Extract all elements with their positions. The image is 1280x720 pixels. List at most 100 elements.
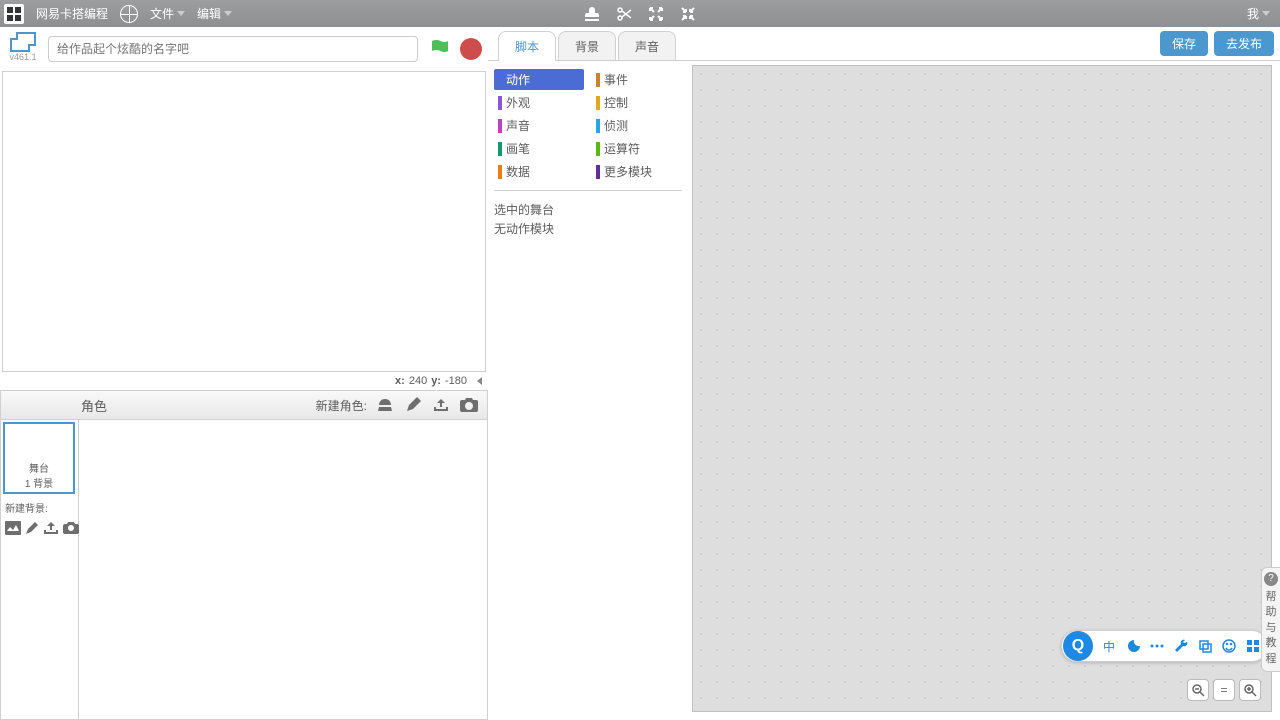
menu-file-label: 文件 xyxy=(150,5,174,22)
category-9[interactable]: 更多模块 xyxy=(592,161,682,182)
menu-edit[interactable]: 编辑 xyxy=(197,5,232,22)
x-value: 240 xyxy=(409,375,427,387)
new-backdrop-label: 新建背景: xyxy=(5,500,76,515)
tab-sounds[interactable]: 声音 xyxy=(618,31,676,61)
top-menu-bar: 网易卡搭编程 文件 编辑 我 xyxy=(0,0,1280,27)
palette-msg-line1: 选中的舞台 xyxy=(494,201,682,220)
category-color-swatch xyxy=(596,119,600,133)
bg-library-icon[interactable] xyxy=(5,519,21,537)
grow-icon[interactable] xyxy=(647,5,665,23)
tabs-row: 脚本 背景 声音 保存 去发布 xyxy=(488,27,1280,61)
tab-scripts[interactable]: 脚本 xyxy=(498,31,556,61)
category-label: 画笔 xyxy=(506,140,530,157)
menu-file[interactable]: 文件 xyxy=(150,5,185,22)
category-2[interactable]: 外观 xyxy=(494,92,584,113)
chevron-down-icon xyxy=(177,11,185,16)
float-moon-icon[interactable] xyxy=(1125,638,1141,654)
category-label: 数据 xyxy=(506,163,530,180)
category-1[interactable]: 事件 xyxy=(592,69,682,90)
help-tab-text: 帮助与教程 xyxy=(1264,590,1278,667)
category-color-swatch xyxy=(596,142,600,156)
upload-icon[interactable] xyxy=(431,396,451,414)
float-copy-icon[interactable] xyxy=(1197,638,1213,654)
project-name-input[interactable] xyxy=(48,36,418,62)
publish-button[interactable]: 去发布 xyxy=(1214,31,1274,56)
chevron-down-icon xyxy=(224,11,232,16)
category-color-swatch xyxy=(498,119,502,133)
sprites-list[interactable] xyxy=(79,420,487,719)
bg-camera-icon[interactable] xyxy=(63,519,79,537)
fullscreen-stage-icon[interactable]: v461.1 xyxy=(6,32,40,66)
bg-upload-icon[interactable] xyxy=(43,519,59,537)
stage-thumb-label: 舞台 xyxy=(29,460,49,475)
float-dots-icon[interactable] xyxy=(1149,638,1165,654)
float-wrench-icon[interactable] xyxy=(1173,638,1189,654)
category-color-swatch xyxy=(498,165,502,179)
stamp-icon[interactable] xyxy=(583,5,601,23)
category-label: 声音 xyxy=(506,117,530,134)
stage-thumbnail[interactable]: 舞台 1 背景 xyxy=(3,422,75,494)
green-flag-icon[interactable] xyxy=(426,36,452,62)
x-label: x: xyxy=(395,375,405,387)
y-value: -180 xyxy=(445,375,467,387)
category-color-swatch xyxy=(596,73,600,87)
library-icon[interactable] xyxy=(375,396,395,414)
camera-icon[interactable] xyxy=(459,396,479,414)
category-4[interactable]: 声音 xyxy=(494,115,584,136)
category-color-swatch xyxy=(498,73,502,87)
zoom-reset-button[interactable]: = xyxy=(1213,679,1235,701)
new-sprite-label: 新建角色: xyxy=(316,397,367,414)
stage-panel: 舞台 1 背景 新建背景: xyxy=(1,420,79,719)
floating-toolbar: Q 中 xyxy=(1061,630,1268,662)
menu-me[interactable]: 我 xyxy=(1247,5,1270,22)
save-button[interactable]: 保存 xyxy=(1160,31,1208,56)
category-color-swatch xyxy=(498,142,502,156)
stage-canvas[interactable] xyxy=(2,71,486,372)
sprites-bar: 角色 新建角色: xyxy=(0,390,488,420)
category-0[interactable]: 动作 xyxy=(494,69,584,90)
block-palette: 动作 事件外观 控制声音 侦测画笔 运算符数据 更多模块 选中的舞台 无动作模块 xyxy=(488,61,688,720)
category-label: 运算符 xyxy=(604,140,640,157)
category-label: 侦测 xyxy=(604,117,628,134)
category-6[interactable]: 画笔 xyxy=(494,138,584,159)
zoom-out-button[interactable] xyxy=(1187,679,1209,701)
stop-icon[interactable] xyxy=(460,38,482,60)
stage-header: v461.1 xyxy=(0,27,488,71)
menu-me-label: 我 xyxy=(1247,5,1259,22)
palette-msg-line2: 无动作模块 xyxy=(494,220,682,239)
category-color-swatch xyxy=(596,96,600,110)
scissors-icon[interactable] xyxy=(615,5,633,23)
tab-backdrops[interactable]: 背景 xyxy=(558,31,616,61)
app-name: 网易卡搭编程 xyxy=(36,5,108,22)
paint-icon[interactable] xyxy=(403,396,423,414)
category-color-swatch xyxy=(498,96,502,110)
float-grid-icon[interactable] xyxy=(1245,638,1261,654)
category-7[interactable]: 运算符 xyxy=(592,138,682,159)
help-side-tab[interactable]: ? 帮助与教程 xyxy=(1261,567,1280,672)
category-3[interactable]: 控制 xyxy=(592,92,682,113)
language-icon[interactable] xyxy=(120,5,138,23)
version-label: v461.1 xyxy=(9,52,36,62)
shrink-icon[interactable] xyxy=(679,5,697,23)
help-question-icon: ? xyxy=(1264,572,1278,586)
category-color-swatch xyxy=(596,165,600,179)
app-logo-icon[interactable] xyxy=(4,4,24,24)
sprites-label: 角色 xyxy=(81,396,107,415)
scripts-workspace[interactable]: = xyxy=(692,65,1272,712)
stage-bg-count: 1 背景 xyxy=(25,475,53,490)
category-label: 更多模块 xyxy=(604,163,652,180)
chevron-down-icon xyxy=(1262,11,1270,16)
coords-bar: x: 240 y: -180 xyxy=(0,372,488,390)
zoom-in-button[interactable] xyxy=(1239,679,1261,701)
category-label: 事件 xyxy=(604,71,628,88)
float-smile-icon[interactable] xyxy=(1221,638,1237,654)
menu-edit-label: 编辑 xyxy=(197,5,221,22)
bg-paint-icon[interactable] xyxy=(25,519,39,537)
category-label: 控制 xyxy=(604,94,628,111)
float-lang-icon[interactable]: 中 xyxy=(1101,638,1117,654)
collapse-caret-icon[interactable] xyxy=(477,377,482,385)
category-label: 动作 xyxy=(506,71,530,88)
float-main-icon[interactable]: Q xyxy=(1063,631,1093,661)
category-8[interactable]: 数据 xyxy=(494,161,584,182)
category-5[interactable]: 侦测 xyxy=(592,115,682,136)
